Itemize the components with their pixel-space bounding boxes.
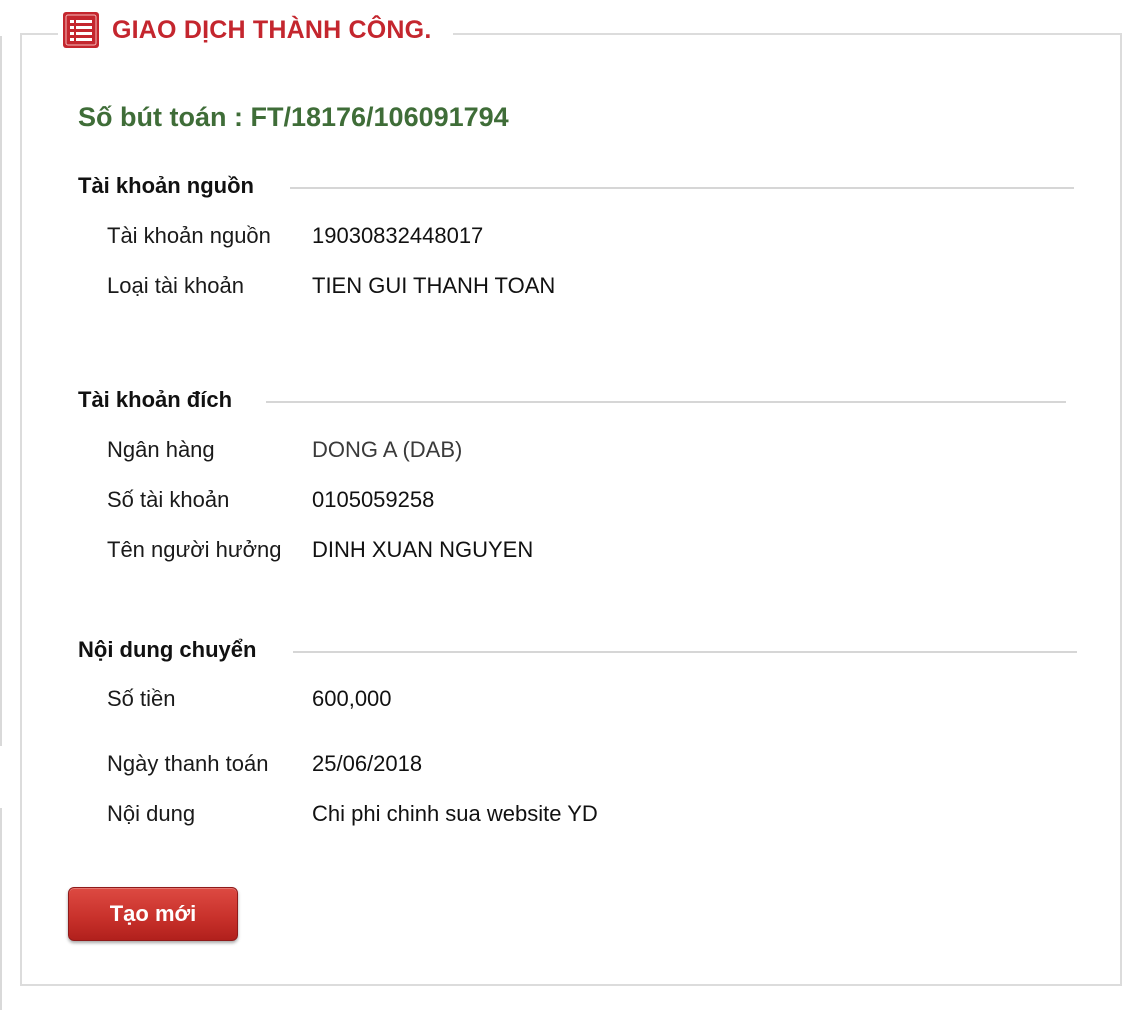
- source-account-heading: Tài khoản nguồn: [78, 173, 254, 198]
- account-number-value: 0105059258: [312, 487, 435, 512]
- transaction-reference: Số bút toán : FT/18176/106091794: [78, 102, 509, 132]
- amount-value: 600,000: [312, 686, 392, 711]
- account-type-value: TIEN GUI THANH TOAN: [312, 273, 556, 298]
- account-type-label: Loại tài khoản: [107, 273, 244, 298]
- amount-label: Số tiền: [107, 686, 176, 711]
- section-divider: [290, 187, 1074, 189]
- bank-label: Ngân hàng: [107, 437, 215, 462]
- panel-header: GIAO DỊCH THÀNH CÔNG.: [58, 8, 454, 52]
- source-account-value: 19030832448017: [312, 223, 484, 248]
- destination-account-heading: Tài khoản đích: [78, 387, 233, 412]
- page-edge-divider-bottom: [0, 808, 2, 1010]
- transfer-content-heading: Nội dung chuyển: [78, 637, 257, 662]
- page-title: GIAO DỊCH THÀNH CÔNG.: [112, 15, 432, 44]
- source-account-label: Tài khoản nguồn: [107, 223, 271, 248]
- section-divider: [293, 651, 1077, 653]
- account-number-label: Số tài khoản: [107, 487, 230, 512]
- beneficiary-name-label: Tên người hưởng: [107, 537, 282, 562]
- create-new-button[interactable]: Tạo mới: [68, 887, 238, 941]
- list-icon: [63, 12, 99, 48]
- section-divider: [266, 401, 1066, 403]
- page-edge-divider-top: [0, 36, 2, 746]
- beneficiary-name-value: DINH XUAN NGUYEN: [312, 537, 534, 562]
- description-value: Chi phi chinh sua website YD: [312, 801, 598, 826]
- description-label: Nội dung: [107, 801, 196, 826]
- payment-date-value: 25/06/2018: [312, 751, 423, 776]
- bank-value: DONG A (DAB): [312, 437, 463, 462]
- payment-date-label: Ngày thanh toán: [107, 751, 269, 776]
